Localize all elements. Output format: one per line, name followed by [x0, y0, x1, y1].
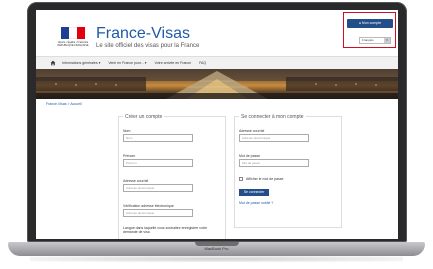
register-panel: Créer un compte Nom Nom Prénom Prénom Ad…	[118, 114, 226, 239]
nav-item-label: Venir en France pour...	[108, 61, 144, 65]
nav-item-arrival[interactable]: Votre arrivée en France	[155, 61, 192, 65]
last-name-input[interactable]: Nom	[123, 134, 193, 142]
email-confirm-input[interactable]: Adresse électronique	[123, 209, 193, 217]
show-password-label: Afficher le mot de passe	[246, 177, 284, 181]
site-title[interactable]: France-Visas	[96, 25, 190, 43]
site-header: Liberté • Égalité • Fraternité RÉPUBLIQU…	[36, 10, 398, 52]
language-value: Français	[362, 38, 374, 42]
nav-item-come-to-france[interactable]: Venir en France pour... ▾	[108, 61, 146, 65]
login-panel: Se connecter à mon compte Adresse courri…	[234, 114, 342, 228]
email-label: Adresse courriel	[123, 179, 149, 183]
logo-text: Liberté • Égalité • Fraternité RÉPUBLIQU…	[57, 41, 89, 47]
device-label: MacBook Pro	[204, 246, 229, 251]
nav-item-faq[interactable]: FAQ	[199, 61, 206, 65]
nav-item-label: Informations générales	[62, 61, 98, 65]
show-password-checkbox[interactable]	[239, 177, 243, 181]
password-input[interactable]: Mot de passe	[239, 159, 309, 167]
home-icon[interactable]	[50, 60, 56, 66]
password-label: Mot de passe	[239, 154, 261, 158]
site-subtitle: Le site officiel des visas pour la Franc…	[96, 43, 200, 49]
email-input[interactable]: Adresse électronique	[123, 184, 193, 192]
chevron-down-icon: ▾	[384, 38, 390, 43]
nav-item-label: FAQ	[199, 61, 207, 65]
browser-screen: Liberté • Égalité • Fraternité RÉPUBLIQU…	[36, 10, 398, 239]
my-account-label: Mon compte	[361, 21, 382, 25]
login-email-label: Adresse courriel	[239, 129, 265, 133]
login-email-input[interactable]: Adresse électronique	[239, 134, 309, 142]
nav-item-label: Votre arrivée en France	[154, 61, 192, 65]
language-label: Langue dans laquelle vous souhaitez enre…	[123, 226, 208, 234]
louvre-banner-image	[36, 69, 398, 99]
first-name-label: Prénom	[123, 154, 136, 158]
email-confirm-label: Vérification adresse électronique	[123, 204, 174, 208]
first-name-input[interactable]: Prénom	[123, 159, 193, 167]
login-button[interactable]: Se connecter	[239, 189, 269, 196]
laptop-shadow	[30, 256, 403, 262]
last-name-label: Nom	[123, 129, 131, 133]
forgot-password-link[interactable]: Mot de passe oublié ?	[239, 201, 273, 205]
register-title: Créer un compte	[123, 114, 165, 120]
my-account-button[interactable]: ● Mon compte	[347, 19, 393, 28]
login-title: Se connecter à mon compte	[239, 114, 306, 120]
republique-logo[interactable]: Liberté • Égalité • Fraternité RÉPUBLIQU…	[53, 27, 93, 53]
language-select[interactable]: Français ▾	[359, 37, 391, 44]
french-flag-icon	[61, 27, 85, 39]
main-nav: Informations générales ▾ Venir en France…	[36, 56, 398, 70]
breadcrumb[interactable]: France-Visas > Accueil	[46, 102, 82, 106]
nav-item-general-info[interactable]: Informations générales ▾	[62, 61, 100, 65]
laptop-base: MacBook Pro	[8, 242, 425, 256]
